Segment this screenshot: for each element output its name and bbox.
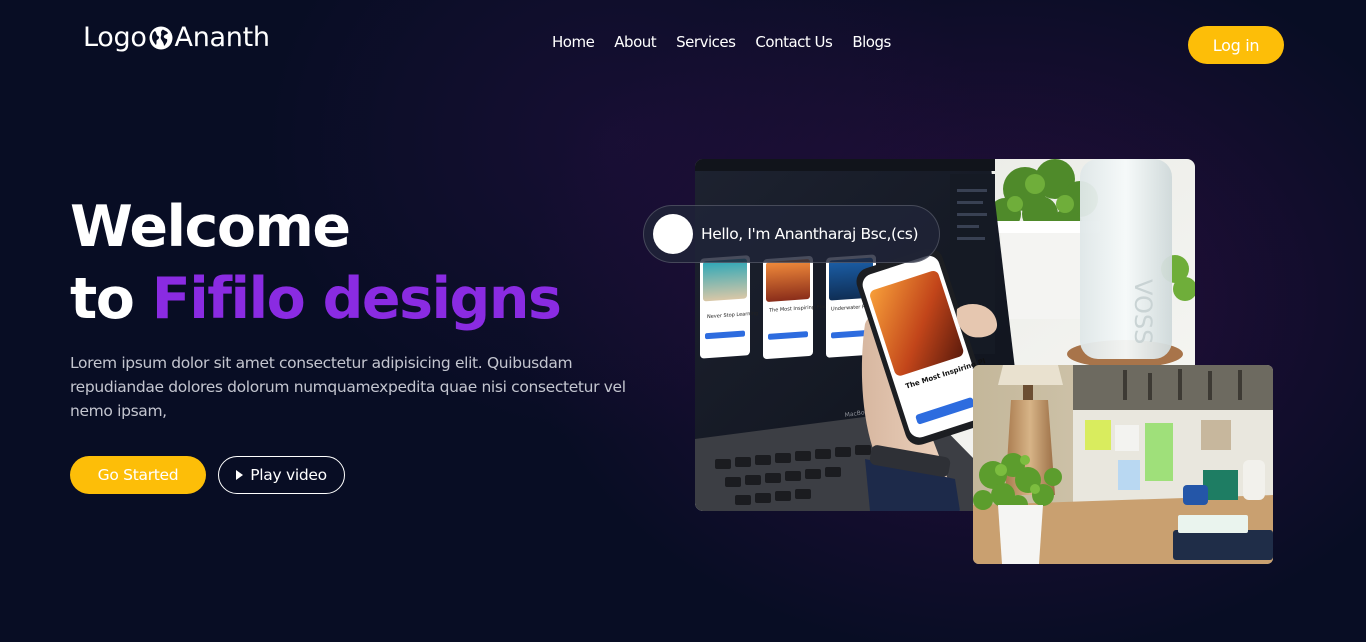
globe-icon — [149, 26, 173, 49]
bottle-label: VOSS — [1129, 279, 1157, 344]
logo[interactable]: Logo Ananth — [83, 22, 270, 53]
nav-contact-us[interactable]: Contact Us — [755, 33, 832, 51]
hero-title-prefix: to — [70, 266, 135, 332]
play-video-label: Play video — [250, 466, 327, 484]
hero-title-line1: Welcome — [70, 194, 351, 260]
play-video-button[interactable]: Play video — [218, 456, 345, 494]
play-icon — [236, 470, 244, 480]
main-nav: Home About Services Contact Us Blogs — [552, 33, 891, 51]
greeting-card: Hello, I'm Anantharaj Bsc,(cs) — [643, 205, 940, 263]
logo-name: Ananth — [174, 22, 270, 53]
avatar — [653, 214, 693, 254]
hero-title-accent: Fifilo designs — [151, 266, 562, 332]
get-started-button[interactable]: Go Started — [70, 456, 206, 494]
hero-title-line2: to Fifilo designs — [70, 263, 562, 335]
hero-description: Lorem ipsum dolor sit amet consectetur a… — [70, 354, 626, 420]
login-button[interactable]: Log in — [1188, 26, 1284, 64]
nav-about[interactable]: About — [614, 33, 656, 51]
greeting-text: Hello, I'm Anantharaj Bsc,(cs) — [701, 225, 919, 243]
hero-photo-desk — [973, 365, 1273, 564]
nav-blogs[interactable]: Blogs — [852, 33, 891, 51]
logo-prefix: Logo — [83, 22, 147, 53]
nav-services[interactable]: Services — [676, 33, 736, 51]
hero-title: Welcome to Fifilo designs — [70, 191, 562, 335]
nav-home[interactable]: Home — [552, 33, 595, 51]
